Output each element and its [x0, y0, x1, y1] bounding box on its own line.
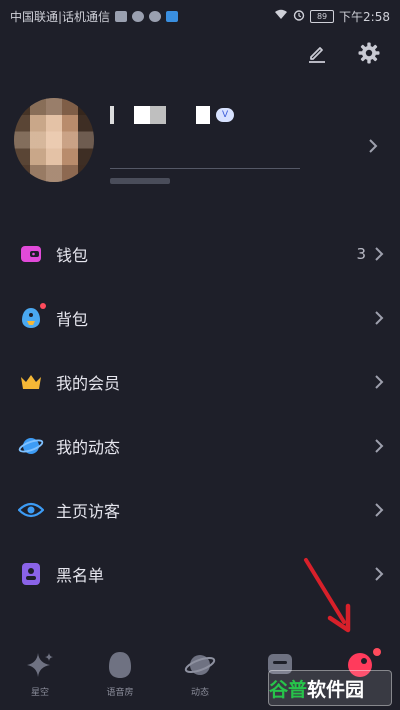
chevron-right-icon [372, 500, 386, 520]
profile-divider [110, 168, 300, 169]
menu-label: 我的动态 [56, 438, 121, 457]
voice-room-icon [103, 648, 137, 682]
menu-item-wallet[interactable]: 钱包 3 [0, 222, 400, 286]
chat-notification-icon [132, 10, 145, 22]
gallery-notification-icon [115, 10, 128, 22]
menu-label: 背包 [56, 310, 89, 329]
menu-label: 钱包 [56, 246, 89, 265]
menu-list: 钱包 3 背包 我的会员 我的动态 主页访客 黑名单 [0, 222, 400, 606]
chevron-right-icon [372, 244, 386, 264]
watermark-text-green: 谷普 [269, 678, 308, 701]
crown-icon [18, 369, 44, 395]
planet-icon [18, 433, 44, 459]
backpack-badge [40, 303, 46, 309]
app-notification-icon [166, 10, 179, 22]
profile-tab-badge [373, 648, 381, 656]
alarm-icon [293, 9, 305, 24]
chevron-right-icon [372, 564, 386, 584]
menu-item-backpack[interactable]: 背包 [0, 286, 400, 350]
profile-subtext-blurred [110, 176, 170, 187]
watermark-text-white: 软件园 [307, 678, 365, 701]
edit-button[interactable] [304, 40, 330, 66]
menu-item-my-posts[interactable]: 我的动态 [0, 414, 400, 478]
chevron-right-icon [366, 136, 380, 156]
clock-label: 下午2:58 [339, 9, 390, 24]
menu-label: 主页访客 [56, 502, 121, 521]
header-actions [304, 40, 382, 66]
wallet-icon [18, 241, 44, 267]
settings-button[interactable] [356, 40, 382, 66]
tab-starry-sky[interactable]: 星空 [0, 640, 80, 698]
tab-label: 语音房 [106, 688, 134, 698]
status-bar: 中国联通|话机通信 89 下午2:58 [0, 0, 400, 32]
username-block: V [110, 106, 235, 124]
menu-label: 我的会员 [56, 374, 121, 393]
eye-icon [18, 497, 44, 523]
tab-label: 星空 [30, 688, 49, 698]
status-left: 中国联通|话机通信 [10, 8, 179, 25]
tab-voice-room[interactable]: 语音房 [80, 640, 160, 698]
site-watermark-logo: 谷普 软件园 [268, 670, 392, 706]
menu-item-visitors[interactable]: 主页访客 [0, 478, 400, 542]
blacklist-icon [18, 561, 44, 587]
sparkle-icon [23, 648, 57, 682]
annotation-arrow-icon [304, 558, 351, 633]
avatar[interactable] [14, 98, 94, 182]
wallet-count: 3 [356, 245, 366, 263]
tab-label: 动态 [190, 688, 209, 698]
username-pixelated: V [110, 106, 235, 124]
menu-item-membership[interactable]: 我的会员 [0, 350, 400, 414]
chevron-right-icon [372, 308, 386, 328]
carrier-label: 中国联通|话机通信 [10, 9, 111, 24]
pencil-icon [309, 47, 325, 63]
battery-indicator: 89 [310, 9, 335, 23]
backpack-icon [18, 303, 46, 331]
tab-moments[interactable]: 动态 [160, 640, 240, 698]
profile-card[interactable]: V [14, 98, 386, 194]
chevron-right-icon [372, 436, 386, 456]
wifi-icon [274, 9, 288, 23]
vip-tag: V [216, 108, 235, 122]
chevron-right-icon [372, 372, 386, 392]
planet-icon [183, 648, 217, 682]
browser-notification-icon [149, 10, 162, 22]
gear-icon [358, 42, 380, 64]
status-right: 89 下午2:58 [274, 8, 390, 25]
